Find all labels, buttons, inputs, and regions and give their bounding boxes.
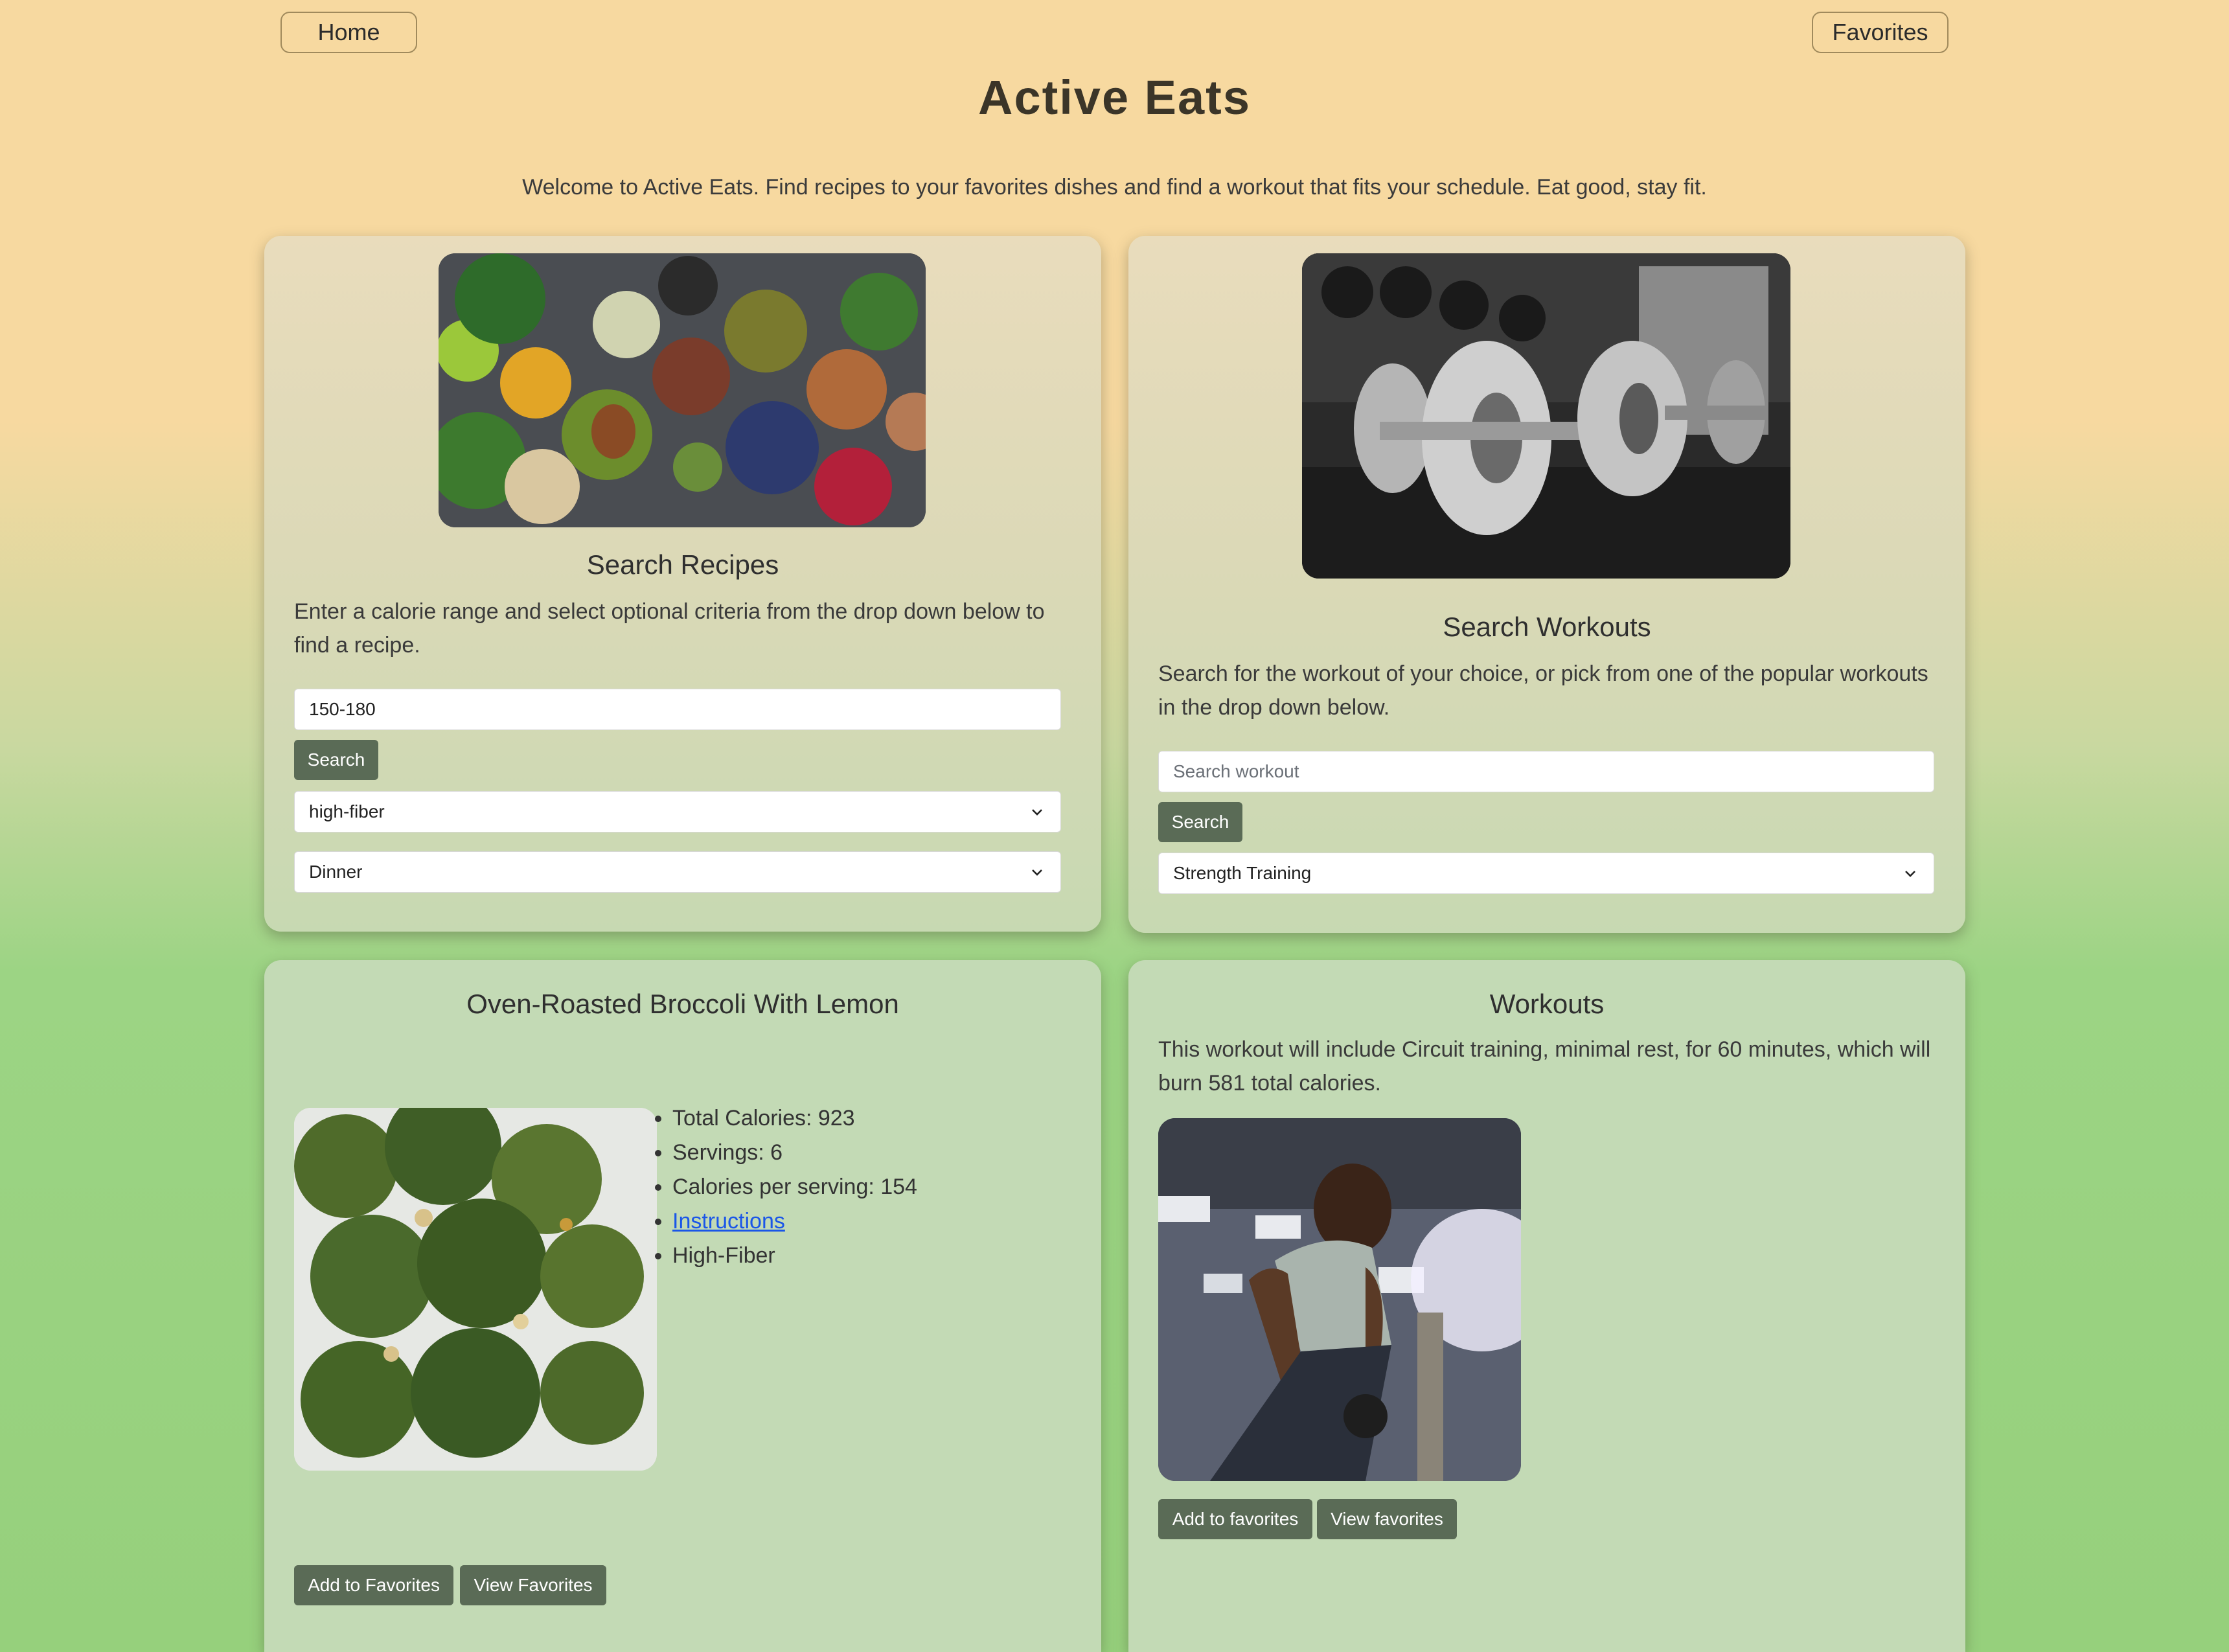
add-workout-favorites-button[interactable]: Add to favorites [1158, 1499, 1312, 1539]
servings-item: Servings: 6 [672, 1136, 917, 1170]
favorites-button[interactable]: Favorites [1812, 12, 1949, 53]
total-calories-item: Total Calories: 923 [672, 1101, 917, 1136]
diet-label-item: High-Fiber [672, 1239, 917, 1273]
recipe-facts-list: Total Calories: 923 Servings: 6 Calories… [635, 1101, 917, 1273]
page-title: Active Eats [978, 71, 1251, 124]
workout-search-heading: Search Workouts [1443, 612, 1651, 642]
instructions-item: Instructions [672, 1204, 917, 1239]
workout-type-select[interactable]: Strength Training [1158, 853, 1934, 894]
diet-select[interactable]: high-fiber [294, 791, 1061, 832]
workout-type-select-value: Strength Training [1173, 863, 1312, 883]
calorie-range-input[interactable]: 150-180 [294, 689, 1061, 730]
home-button[interactable]: Home [280, 12, 417, 53]
workout-search-button[interactable]: Search [1158, 802, 1242, 842]
instructions-link[interactable]: Instructions [672, 1209, 785, 1233]
recipe-search-button[interactable]: Search [294, 740, 378, 780]
workout-search-description: Search for the workout of your choice, o… [1158, 661, 1928, 720]
recipe-search-description: Enter a calorie range and select optiona… [294, 599, 1045, 658]
recipe-title: Oven-Roasted Broccoli With Lemon [466, 989, 899, 1019]
workout-result-card: Workouts This workout will include Circu… [1128, 960, 1965, 1652]
recipe-search-card: Search Recipes Enter a calorie range and… [264, 236, 1101, 932]
view-favorites-button[interactable]: View Favorites [460, 1565, 606, 1605]
chevron-down-icon [1032, 869, 1042, 876]
healthy-food-image [439, 253, 926, 527]
view-workout-favorites-button[interactable]: View favorites [1317, 1499, 1457, 1539]
meal-select-value: Dinner [309, 862, 363, 882]
workout-person-image [1158, 1118, 1521, 1481]
recipe-search-heading: Search Recipes [586, 549, 779, 580]
calories-per-serving-item: Calories per serving: 154 [672, 1170, 917, 1204]
workout-search-card: Search Workouts Search for the workout o… [1128, 236, 1965, 933]
diet-select-value: high-fiber [309, 801, 385, 821]
chevron-down-icon [1032, 809, 1042, 816]
broccoli-image [294, 1108, 657, 1471]
workout-result-heading: Workouts [1489, 989, 1605, 1019]
welcome-text: Welcome to Active Eats. Find recipes to … [522, 175, 1707, 200]
workout-result-description: This workout will include Circuit traini… [1158, 1037, 1931, 1096]
recipe-result-card: Oven-Roasted Broccoli With Lemon Total C… [264, 960, 1101, 1652]
workout-search-input[interactable]: Search workout [1158, 751, 1934, 792]
chevron-down-icon [1905, 871, 1915, 877]
meal-select[interactable]: Dinner [294, 851, 1061, 893]
dumbbells-image [1302, 253, 1790, 579]
add-to-favorites-button[interactable]: Add to Favorites [294, 1565, 453, 1605]
